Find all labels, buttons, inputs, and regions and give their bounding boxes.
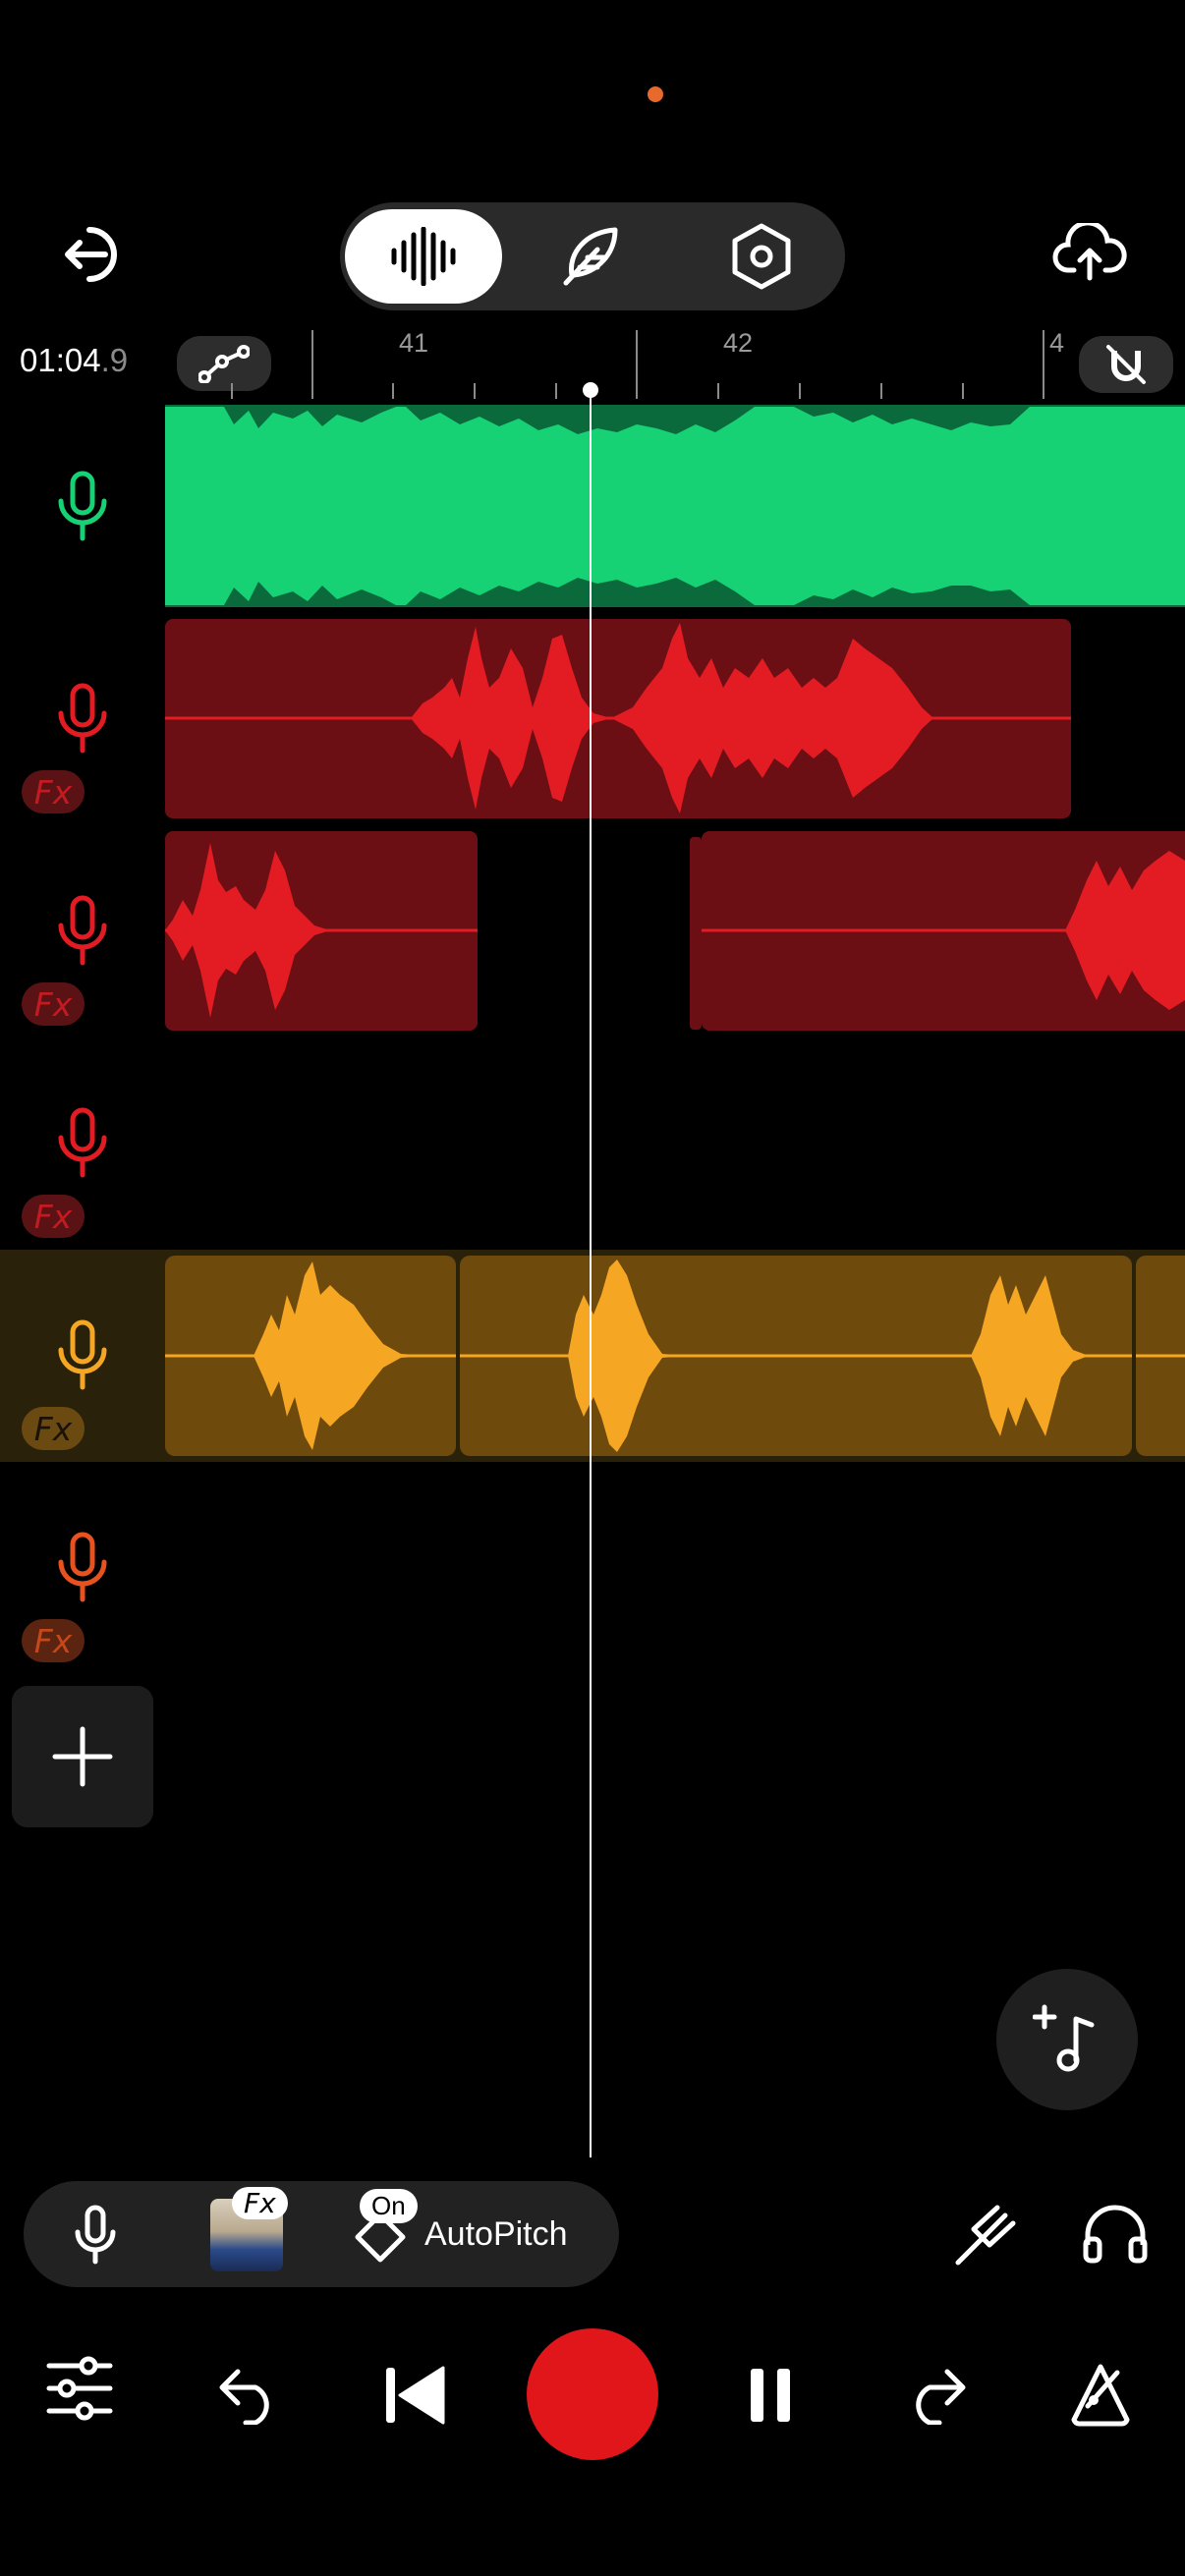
track-1-waveform [165, 407, 1185, 605]
redo-icon [916, 2369, 966, 2425]
headphones-icon [1083, 2205, 1148, 2264]
track-2-clip[interactable] [165, 619, 1071, 818]
cloud-upload-icon [1052, 223, 1127, 281]
track-5-waveform-a [165, 1261, 456, 1450]
input-mic-button[interactable] [59, 2199, 132, 2271]
track-4-fx-button[interactable]: Fx [22, 1195, 85, 1238]
track-6-fx-button[interactable]: Fx [22, 1619, 85, 1662]
metronome-button[interactable] [1061, 2356, 1140, 2435]
exit-button[interactable] [55, 220, 134, 289]
skip-to-start-button[interactable] [375, 2356, 454, 2435]
recording-indicator-dot [648, 86, 663, 102]
track-5-waveform-b [460, 1260, 1132, 1452]
magnet-off-icon [1106, 345, 1146, 384]
mic-icon [75, 2205, 116, 2265]
feather-icon [563, 227, 618, 286]
track-1-clip[interactable] [165, 405, 1185, 607]
pause-button[interactable] [731, 2356, 810, 2435]
track-4-mic-icon[interactable] [53, 1106, 112, 1179]
track-1-mic-icon[interactable] [53, 470, 112, 542]
current-time: 01:04.9 [20, 342, 128, 379]
fx-badge: Fx [232, 2187, 288, 2219]
autopitch-button[interactable]: AutoPitch [424, 2215, 568, 2254]
fx-label: Fx [33, 984, 73, 1024]
track-3-clip-c[interactable] [702, 831, 1185, 1031]
time-fraction: .9 [100, 342, 129, 378]
pause-icon [751, 2369, 790, 2422]
track-3-fx-button[interactable]: Fx [22, 982, 85, 1026]
track-5-waveform-c [1136, 1354, 1185, 1358]
tuner-button[interactable] [945, 2197, 1024, 2275]
settings-mode-tab[interactable] [717, 212, 806, 301]
undo-icon [219, 2369, 269, 2425]
edit-mode-tab[interactable] [546, 212, 635, 301]
track-5-clip-a[interactable] [165, 1256, 456, 1456]
record-button[interactable] [527, 2328, 658, 2460]
track-2-waveform [165, 623, 1071, 813]
add-track-button[interactable] [12, 1686, 153, 1827]
plus-icon [52, 1726, 113, 1787]
waveform-mode-tab[interactable] [345, 209, 502, 304]
fx-label: Fx [33, 1409, 73, 1448]
autopitch-on-badge: On [360, 2189, 418, 2223]
track-3-clip-a[interactable] [165, 831, 478, 1031]
exit-icon [65, 227, 117, 282]
ruler-marker-43: 4 [1049, 328, 1065, 358]
track-3-clip-b[interactable] [690, 837, 702, 1030]
track-5-mic-icon[interactable] [53, 1318, 112, 1391]
track-2-mic-icon[interactable] [53, 682, 112, 755]
sliders-icon [46, 2356, 113, 2421]
track-3-waveform-c [702, 851, 1185, 1010]
tuning-fork-icon [955, 2205, 1016, 2266]
track-2-fx-button[interactable]: Fx [22, 770, 85, 813]
track-3-waveform-a [165, 843, 478, 1018]
mixer-button[interactable] [45, 2356, 114, 2421]
track-5-fx-button[interactable]: Fx [22, 1407, 85, 1450]
track-5-clip-b[interactable] [460, 1256, 1132, 1456]
ruler-marker-41: 41 [399, 328, 429, 358]
add-music-icon [1033, 2004, 1095, 2072]
cloud-upload-button[interactable] [1047, 218, 1132, 287]
monitor-headphones-button[interactable] [1075, 2193, 1156, 2273]
timeline-ruler[interactable] [165, 324, 1185, 405]
waveform-icon [391, 227, 456, 286]
playhead-handle[interactable] [583, 382, 598, 398]
track-6-mic-icon[interactable] [53, 1531, 112, 1603]
time-main: 01:04 [20, 342, 101, 378]
playhead-line[interactable] [590, 391, 592, 2157]
undo-button[interactable] [210, 2356, 289, 2435]
fx-label: Fx [33, 1621, 73, 1660]
redo-button[interactable] [896, 2356, 975, 2435]
hex-settings-icon [732, 223, 791, 290]
ruler-marker-42: 42 [723, 328, 754, 358]
skip-back-icon [386, 2366, 445, 2425]
snap-toggle-button[interactable] [1079, 336, 1173, 393]
fx-label: Fx [33, 772, 73, 812]
fx-label: Fx [33, 1197, 73, 1236]
add-music-button[interactable] [996, 1969, 1138, 2110]
metronome-icon [1071, 2364, 1130, 2427]
track-5-clip-c[interactable] [1136, 1256, 1185, 1456]
track-3-mic-icon[interactable] [53, 894, 112, 967]
